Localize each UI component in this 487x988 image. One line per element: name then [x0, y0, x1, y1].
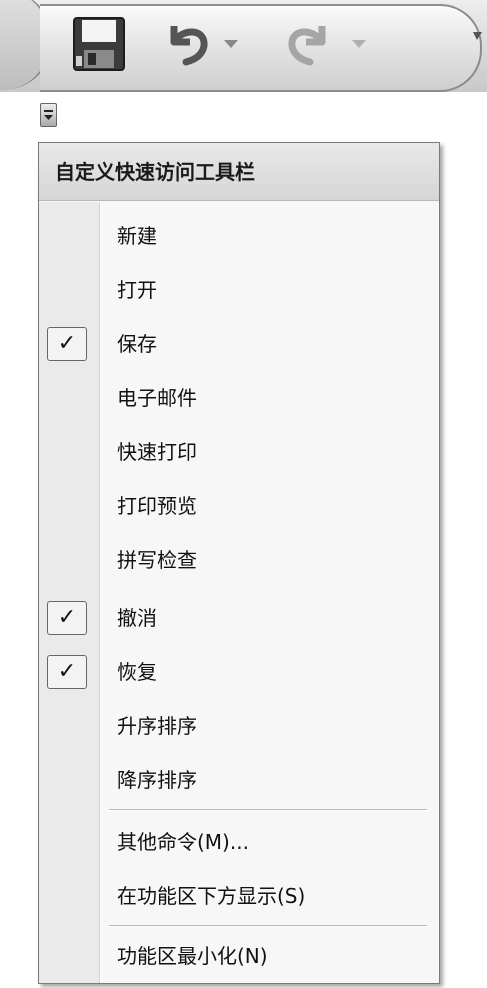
menu-item-label: 功能区最小化(N): [117, 944, 268, 968]
menu-item-redo[interactable]: ✓ 恢复: [39, 647, 439, 697]
menu-item-undo[interactable]: ✓ 撤消: [39, 593, 439, 643]
menu-separator: [109, 925, 427, 927]
menu-item-label: 打开: [117, 278, 157, 302]
menu-item-label: 打印预览: [117, 494, 197, 518]
menu-item-label: 降序排序: [117, 768, 197, 792]
menu-item-show-below-ribbon[interactable]: 在功能区下方显示(S): [39, 871, 439, 921]
quick-access-toolbar: [0, 0, 487, 92]
menu-item-label: 快速打印: [117, 440, 197, 464]
menu-item-label: 保存: [117, 332, 157, 356]
menu-item-save[interactable]: ✓ 保存: [39, 319, 439, 369]
menu-item-label: 拼写检查: [117, 548, 197, 572]
menu-item-spell-check[interactable]: 拼写检查: [39, 535, 439, 585]
undo-dropdown-arrow-icon[interactable]: [222, 36, 240, 50]
toolbar-overflow-icon[interactable]: [470, 26, 484, 50]
menu-separator: [109, 809, 427, 811]
chevron-down-icon: [44, 110, 53, 120]
menu-item-label: 撤消: [117, 606, 157, 630]
redo-icon[interactable]: [280, 16, 334, 70]
menu-item-label: 电子邮件: [117, 386, 197, 410]
menu-item-email[interactable]: 电子邮件: [39, 373, 439, 423]
menu-item-new[interactable]: 新建: [39, 211, 439, 261]
menu-item-minimize-ribbon[interactable]: 功能区最小化(N): [39, 931, 439, 981]
checkmark-icon: ✓: [47, 327, 87, 361]
menu-item-open[interactable]: 打开: [39, 265, 439, 315]
checkmark-icon: ✓: [47, 601, 87, 635]
menu-item-label: 恢复: [117, 660, 157, 684]
menu-item-sort-descending[interactable]: 降序排序: [39, 755, 439, 805]
menu-item-label: 在功能区下方显示(S): [117, 884, 306, 908]
undo-icon[interactable]: [162, 16, 216, 70]
menu-title: 自定义快速访问工具栏: [39, 143, 439, 201]
menu-item-quick-print[interactable]: 快速打印: [39, 427, 439, 477]
redo-dropdown-arrow-icon[interactable]: [350, 36, 368, 50]
menu-item-label: 新建: [117, 224, 157, 248]
menu-item-sort-ascending[interactable]: 升序排序: [39, 701, 439, 751]
save-icon[interactable]: [72, 16, 126, 72]
menu-item-label: 升序排序: [117, 714, 197, 738]
customize-toolbar-menu: 自定义快速访问工具栏 新建 打开 ✓ 保存 电子邮件 快速打印 打印预览 拼写检…: [38, 142, 440, 984]
checkmark-icon: ✓: [47, 655, 87, 689]
customize-toolbar-button[interactable]: [40, 103, 57, 127]
menu-item-label: 其他命令(M)...: [117, 830, 249, 854]
menu-item-more-commands[interactable]: 其他命令(M)...: [39, 817, 439, 867]
menu-item-print-preview[interactable]: 打印预览: [39, 481, 439, 531]
